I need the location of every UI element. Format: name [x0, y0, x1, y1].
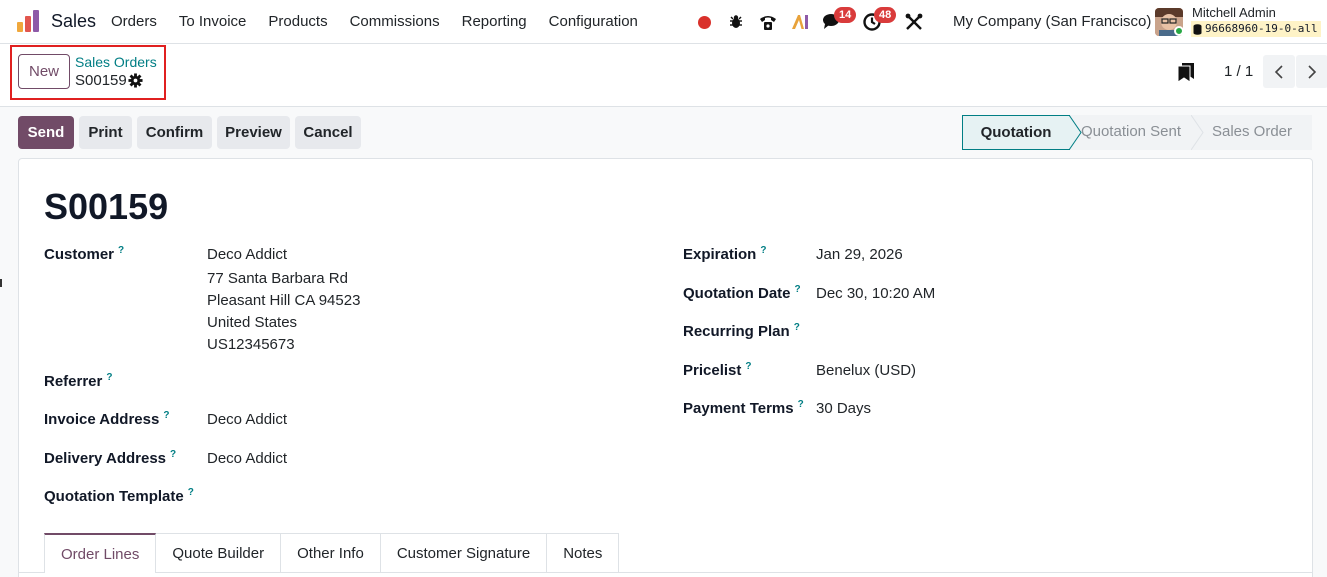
- settings-tools-icon[interactable]: [898, 0, 930, 44]
- activities-clock-icon[interactable]: 48: [856, 0, 897, 44]
- preview-button[interactable]: Preview: [217, 116, 290, 149]
- systray: 14 48: [688, 0, 930, 44]
- referrer-help-icon[interactable]: ?: [106, 372, 112, 383]
- user-name[interactable]: Mitchell Admin: [1192, 5, 1276, 20]
- edge-mark: [0, 279, 2, 287]
- quotation-date-field[interactable]: Dec 30, 10:20 AM: [816, 285, 935, 302]
- quotation-template-help-icon[interactable]: ?: [188, 487, 194, 498]
- online-status-dot: [1174, 26, 1184, 36]
- status-bar: Quotation Quotation Sent Sales Order: [962, 115, 1312, 150]
- customer-city: Pleasant Hill CA 94523: [207, 292, 361, 309]
- database-name: 96668960-19-0-all: [1205, 22, 1318, 35]
- recurring-plan-help-icon[interactable]: ?: [794, 322, 800, 333]
- customer-street: 77 Santa Barbara Rd: [207, 270, 348, 287]
- tab-quote-builder[interactable]: Quote Builder: [156, 533, 282, 573]
- pricelist-help-icon[interactable]: ?: [745, 361, 751, 372]
- app-name[interactable]: Sales: [51, 11, 96, 32]
- delivery-address-field[interactable]: Deco Addict: [207, 450, 287, 467]
- chevron-right-icon: [1308, 64, 1317, 79]
- record-icon[interactable]: [688, 0, 720, 44]
- breadcrumb-current-record: S00159: [75, 72, 127, 89]
- database-badge: 96668960-19-0-all: [1191, 21, 1321, 37]
- cancel-button[interactable]: Cancel: [295, 116, 361, 149]
- stage-arrow-2: [1191, 115, 1204, 150]
- menu-commissions[interactable]: Commissions: [339, 0, 451, 44]
- pager-value[interactable]: 1 / 1: [1224, 63, 1253, 80]
- stage-quotation[interactable]: Quotation: [962, 115, 1070, 150]
- invoice-address-field[interactable]: Deco Addict: [207, 411, 287, 428]
- customer-vat: US12345673: [207, 336, 295, 353]
- debug-bug-icon[interactable]: [720, 0, 752, 44]
- stage-quotation-sent[interactable]: Quotation Sent: [1070, 115, 1192, 150]
- new-button[interactable]: New: [18, 54, 70, 89]
- menu-configuration[interactable]: Configuration: [538, 0, 649, 44]
- customer-country: United States: [207, 314, 298, 331]
- quotation-date-help-icon[interactable]: ?: [795, 284, 801, 295]
- stage-sales-order[interactable]: Sales Order: [1192, 115, 1312, 150]
- record-title: S00159: [44, 186, 169, 227]
- pricelist-field[interactable]: Benelux (USD): [816, 362, 916, 379]
- ai-icon[interactable]: [784, 0, 816, 44]
- tab-order-lines[interactable]: Order Lines: [44, 533, 157, 573]
- payment-terms-help-icon[interactable]: ?: [798, 399, 804, 410]
- expiration-help-icon[interactable]: ?: [760, 245, 766, 256]
- quotation-date-label: Quotation Date?: [683, 284, 801, 302]
- menu-to-invoice[interactable]: To Invoice: [168, 0, 258, 44]
- menu-products[interactable]: Products: [257, 0, 338, 44]
- expiration-field[interactable]: Jan 29, 2026: [816, 246, 903, 263]
- invoice-address-help-icon[interactable]: ?: [163, 410, 169, 421]
- invoice-address-label: Invoice Address?: [44, 410, 170, 428]
- sales-app-icon[interactable]: [16, 9, 40, 33]
- breadcrumb-sales-orders[interactable]: Sales Orders: [75, 54, 157, 70]
- stage-arrow-1: [1069, 115, 1082, 150]
- delivery-address-label: Delivery Address?: [44, 449, 177, 467]
- delivery-address-help-icon[interactable]: ?: [170, 449, 176, 460]
- messages-icon[interactable]: 14: [816, 0, 857, 44]
- messages-badge: 14: [834, 7, 857, 23]
- print-button[interactable]: Print: [79, 116, 132, 149]
- pricelist-label: Pricelist?: [683, 361, 752, 379]
- activities-badge: 48: [874, 7, 897, 23]
- menu-orders[interactable]: Orders: [100, 0, 168, 44]
- send-button[interactable]: Send: [18, 116, 74, 149]
- customer-help-icon[interactable]: ?: [118, 245, 124, 256]
- gear-icon[interactable]: [128, 73, 143, 88]
- customer-label: Customer?: [44, 245, 125, 263]
- menu-reporting[interactable]: Reporting: [451, 0, 538, 44]
- pager-previous-button[interactable]: [1263, 55, 1295, 88]
- recurring-plan-label: Recurring Plan?: [683, 322, 800, 340]
- tab-notes[interactable]: Notes: [547, 533, 620, 573]
- bookmark-icon[interactable]: [1177, 62, 1195, 82]
- customer-name[interactable]: Deco Addict: [207, 246, 287, 263]
- tab-customer-signature[interactable]: Customer Signature: [380, 533, 548, 573]
- referrer-label: Referrer?: [44, 372, 113, 390]
- phone-icon[interactable]: [752, 0, 784, 44]
- company-switcher[interactable]: My Company (San Francisco): [953, 13, 1151, 30]
- quotation-template-label: Quotation Template?: [44, 487, 194, 505]
- payment-terms-field[interactable]: 30 Days: [816, 400, 871, 417]
- main-menu: Orders To Invoice Products Commissions R…: [100, 0, 649, 44]
- top-navbar: Sales Orders To Invoice Products Commiss…: [0, 0, 1327, 44]
- payment-terms-label: Payment Terms?: [683, 399, 804, 417]
- confirm-button[interactable]: Confirm: [137, 116, 212, 149]
- expiration-label: Expiration?: [683, 245, 767, 263]
- notebook-tabs: Order Lines Quote Builder Other Info Cus…: [44, 533, 620, 573]
- pager-next-button[interactable]: [1296, 55, 1327, 88]
- tab-other-info[interactable]: Other Info: [281, 533, 381, 573]
- chevron-left-icon: [1274, 64, 1283, 79]
- database-icon: [1193, 23, 1202, 35]
- form-sheet: [18, 158, 1313, 577]
